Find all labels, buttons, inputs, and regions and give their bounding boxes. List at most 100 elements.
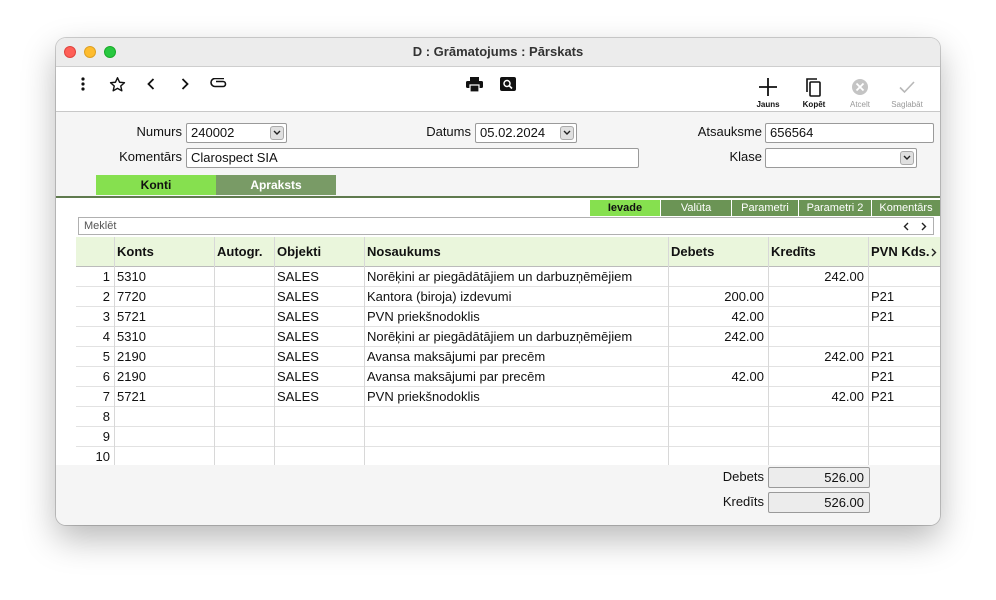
subtab-parametri[interactable]: Parametri — [732, 200, 798, 216]
table-row[interactable]: 9 — [76, 427, 940, 447]
objekti-cell[interactable]: SALES — [274, 367, 364, 387]
debets-cell[interactable] — [668, 427, 764, 447]
autogr-cell[interactable] — [214, 367, 274, 387]
objekti-cell[interactable]: SALES — [274, 307, 364, 327]
konts-cell[interactable]: 7720 — [114, 287, 214, 307]
debets-cell[interactable]: 200.00 — [668, 287, 764, 307]
nosaukums-cell[interactable]: Norēķini ar piegādātājiem un darbuzņēmēj… — [364, 267, 668, 287]
favorite-star-icon[interactable] — [108, 75, 126, 93]
table-row[interactable]: 8 — [76, 407, 940, 427]
pvn-cell[interactable]: P21 — [868, 307, 940, 327]
kredits-cell[interactable] — [768, 427, 864, 447]
date-dropdown-button[interactable] — [560, 126, 574, 140]
tab-konti[interactable]: Konti — [96, 175, 216, 195]
autogr-cell[interactable] — [214, 307, 274, 327]
cancel-button[interactable]: Atcelt — [838, 73, 882, 109]
column-header-nosaukums[interactable]: Nosaukums — [364, 237, 668, 267]
tab-apraksts[interactable]: Apraksts — [216, 175, 336, 195]
autogr-cell[interactable] — [214, 387, 274, 407]
print-icon[interactable] — [464, 75, 484, 93]
more-menu-icon[interactable] — [76, 75, 90, 93]
kredits-cell[interactable] — [768, 367, 864, 387]
konts-cell[interactable]: 5721 — [114, 387, 214, 407]
table-row[interactable]: 3 5721 SALES PVN priekšnodoklis 42.00 P21 — [76, 307, 940, 327]
column-header-kredits[interactable]: Kredīts — [768, 237, 868, 267]
search-input[interactable]: Meklēt — [78, 217, 934, 235]
konts-cell[interactable]: 5721 — [114, 307, 214, 327]
objekti-cell[interactable]: SALES — [274, 347, 364, 367]
debets-cell[interactable] — [668, 387, 764, 407]
pvn-cell[interactable] — [868, 427, 940, 447]
class-field[interactable] — [765, 148, 917, 168]
column-header-konts[interactable]: Konts — [114, 237, 214, 267]
kredits-cell[interactable]: 242.00 — [768, 347, 864, 367]
column-header-debets[interactable]: Debets — [668, 237, 768, 267]
pvn-cell[interactable]: P21 — [868, 387, 940, 407]
chevron-right-icon[interactable] — [921, 222, 927, 231]
autogr-cell[interactable] — [214, 267, 274, 287]
debets-cell[interactable]: 42.00 — [668, 307, 764, 327]
objekti-cell[interactable]: SALES — [274, 267, 364, 287]
table-row[interactable]: 5 2190 SALES Avansa maksājumi par precēm 242… — [76, 347, 940, 367]
debets-cell[interactable] — [668, 347, 764, 367]
pvn-cell[interactable] — [868, 327, 940, 347]
nosaukums-cell[interactable] — [364, 447, 668, 465]
konts-cell[interactable] — [114, 407, 214, 427]
preview-icon[interactable] — [498, 75, 518, 93]
previous-record-icon[interactable] — [143, 75, 159, 93]
objekti-cell[interactable]: SALES — [274, 287, 364, 307]
konts-cell[interactable]: 5310 — [114, 327, 214, 347]
scroll-columns-right-icon[interactable] — [931, 248, 937, 257]
kredits-cell[interactable] — [768, 407, 864, 427]
debets-cell[interactable] — [668, 267, 764, 287]
save-button[interactable]: Saglabāt — [885, 73, 929, 109]
nosaukums-cell[interactable]: PVN priekšnodoklis — [364, 307, 668, 327]
column-header-autogr[interactable]: Autogr. — [214, 237, 274, 267]
konts-cell[interactable]: 2190 — [114, 347, 214, 367]
column-header-objekti[interactable]: Objekti — [274, 237, 364, 267]
debets-cell[interactable]: 42.00 — [668, 367, 764, 387]
next-record-icon[interactable] — [177, 75, 193, 93]
objekti-cell[interactable] — [274, 447, 364, 465]
new-button[interactable]: Jauns — [746, 73, 790, 109]
debets-cell[interactable] — [668, 407, 764, 427]
kredits-cell[interactable] — [768, 447, 864, 465]
pvn-cell[interactable] — [868, 447, 940, 465]
autogr-cell[interactable] — [214, 407, 274, 427]
pvn-cell[interactable] — [868, 407, 940, 427]
autogr-cell[interactable] — [214, 447, 274, 465]
objekti-cell[interactable]: SALES — [274, 387, 364, 407]
copy-button[interactable]: Kopēt — [792, 73, 836, 109]
subtab-ievade[interactable]: Ievade — [590, 200, 660, 216]
kredits-cell[interactable]: 242.00 — [768, 267, 864, 287]
nosaukums-cell[interactable]: Avansa maksājumi par precēm — [364, 367, 668, 387]
number-field[interactable]: 240002 — [186, 123, 287, 143]
konts-cell[interactable] — [114, 427, 214, 447]
pvn-cell[interactable]: P21 — [868, 347, 940, 367]
table-row[interactable]: 10 — [76, 447, 940, 465]
nosaukums-cell[interactable]: Avansa maksājumi par precēm — [364, 347, 668, 367]
pvn-cell[interactable]: P21 — [868, 367, 940, 387]
subtab-valuta[interactable]: Valūta — [661, 200, 731, 216]
kredits-cell[interactable] — [768, 287, 864, 307]
table-row[interactable]: 7 5721 SALES PVN priekšnodoklis 42.00 P21 — [76, 387, 940, 407]
nosaukums-cell[interactable] — [364, 407, 668, 427]
autogr-cell[interactable] — [214, 287, 274, 307]
objekti-cell[interactable]: SALES — [274, 327, 364, 347]
konts-cell[interactable] — [114, 447, 214, 465]
debets-cell[interactable]: 242.00 — [668, 327, 764, 347]
class-dropdown-button[interactable] — [900, 151, 914, 165]
konts-cell[interactable]: 2190 — [114, 367, 214, 387]
autogr-cell[interactable] — [214, 347, 274, 367]
objekti-cell[interactable] — [274, 427, 364, 447]
column-header-pvn[interactable]: PVN Kds. — [868, 237, 940, 267]
autogr-cell[interactable] — [214, 427, 274, 447]
subtab-parametri-2[interactable]: Parametri 2 — [799, 200, 871, 216]
subtab-komentars[interactable]: Komentārs — [872, 200, 940, 216]
reference-field[interactable]: 656564 — [765, 123, 934, 143]
table-row[interactable]: 6 2190 SALES Avansa maksājumi par precēm 42.… — [76, 367, 940, 387]
nosaukums-cell[interactable]: Kantora (biroja) izdevumi — [364, 287, 668, 307]
autogr-cell[interactable] — [214, 327, 274, 347]
nosaukums-cell[interactable] — [364, 427, 668, 447]
comment-field[interactable]: Clarospect SIA — [186, 148, 639, 168]
